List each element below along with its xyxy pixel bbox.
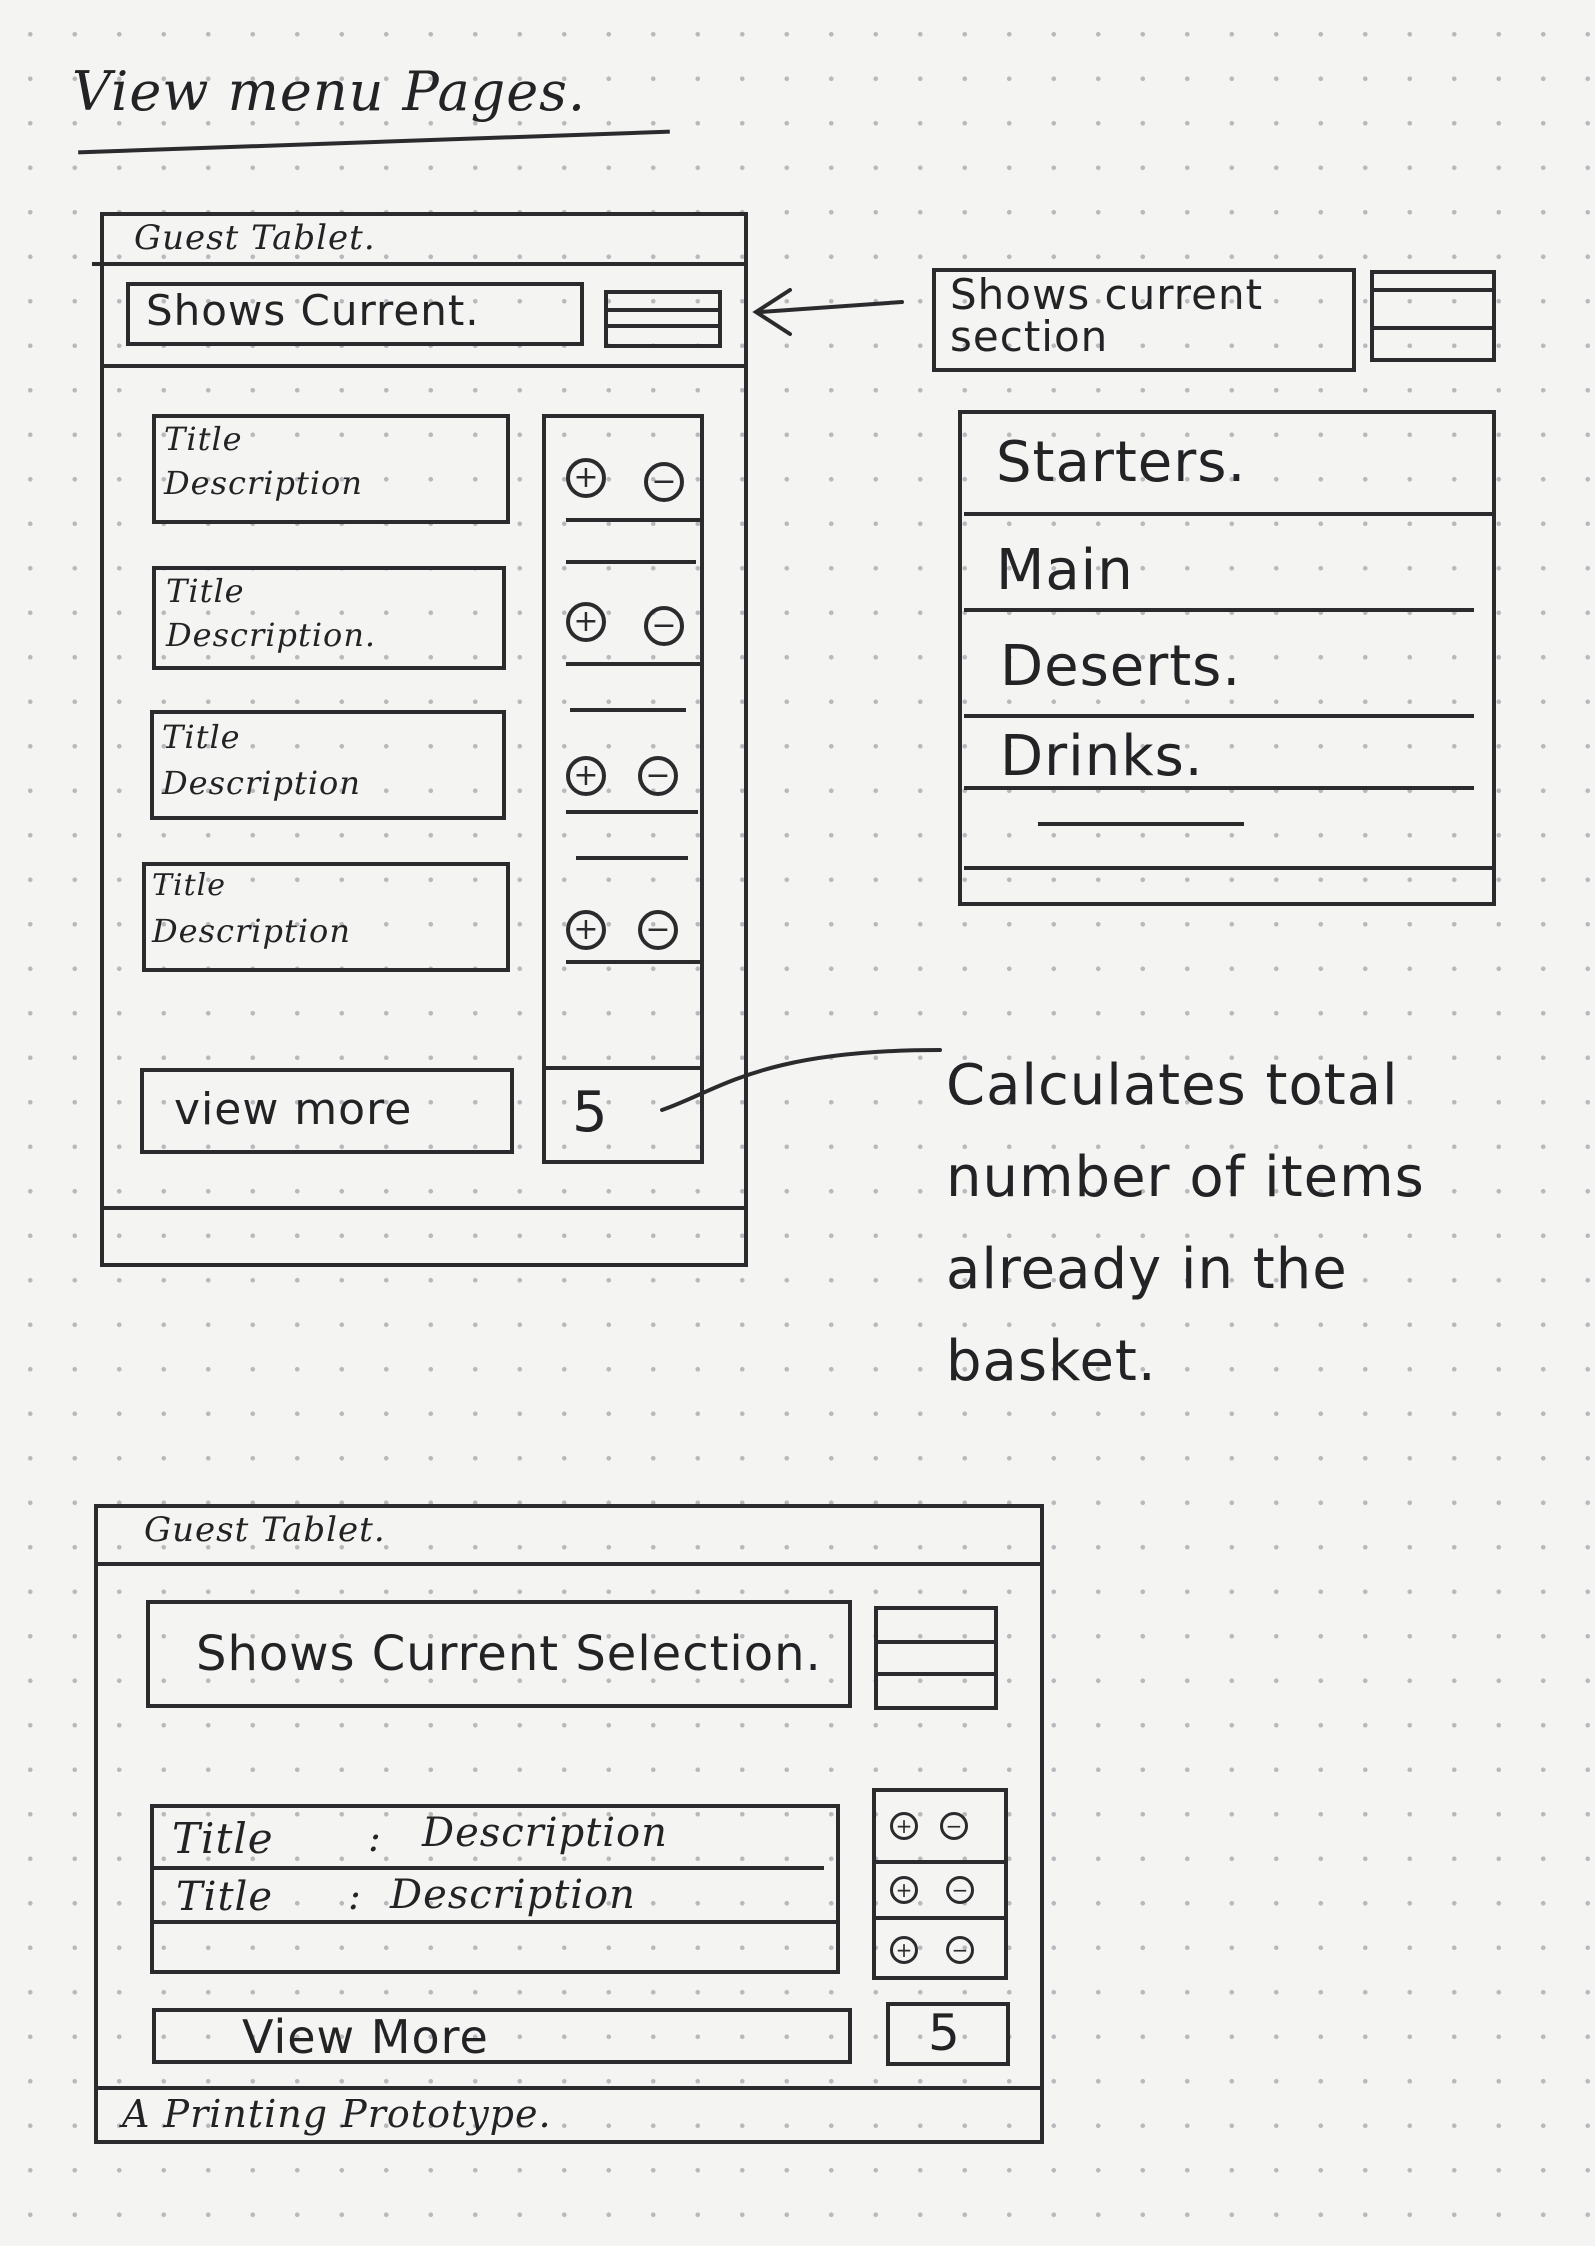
plus-circle-icon[interactable]: + (890, 1936, 918, 1964)
menu-item-title: Title (172, 1814, 274, 1863)
controls-divider (874, 1916, 1008, 1920)
wireframe-2-footer-divider (94, 2086, 1044, 2090)
wireframe-2-window-label: Guest Tablet. (144, 1510, 386, 1550)
menu-item-title: Title (176, 1874, 274, 1920)
arrow-left-icon (758, 300, 904, 314)
annotation-connector (660, 1048, 942, 1112)
basket-count: 5 (928, 2004, 961, 2062)
menu-item-description: Description (390, 1872, 636, 1918)
hamburger-menu-icon[interactable] (874, 1606, 998, 1710)
minus-circle-icon[interactable]: − (940, 1812, 968, 1840)
menu-item-description: Description (422, 1810, 668, 1856)
plus-circle-icon[interactable]: + (890, 1812, 918, 1840)
minus-circle-icon[interactable]: − (946, 1876, 974, 1904)
plus-circle-icon[interactable]: + (890, 1876, 918, 1904)
item-divider (152, 1866, 824, 1870)
wireframe-2-footer-text: A Printing Prototype. (122, 2092, 552, 2136)
item-divider (152, 1920, 836, 1924)
wireframe-2-header-text: Shows Current Selection. (196, 1626, 822, 1682)
menu-item-separator: : (348, 1874, 362, 1918)
minus-circle-icon[interactable]: − (946, 1936, 974, 1964)
controls-divider (874, 1860, 1008, 1864)
view-more-label: View More (242, 2010, 489, 2064)
wireframe-2-title-bar-divider (94, 1562, 1044, 1566)
menu-item-separator: : (368, 1816, 382, 1860)
